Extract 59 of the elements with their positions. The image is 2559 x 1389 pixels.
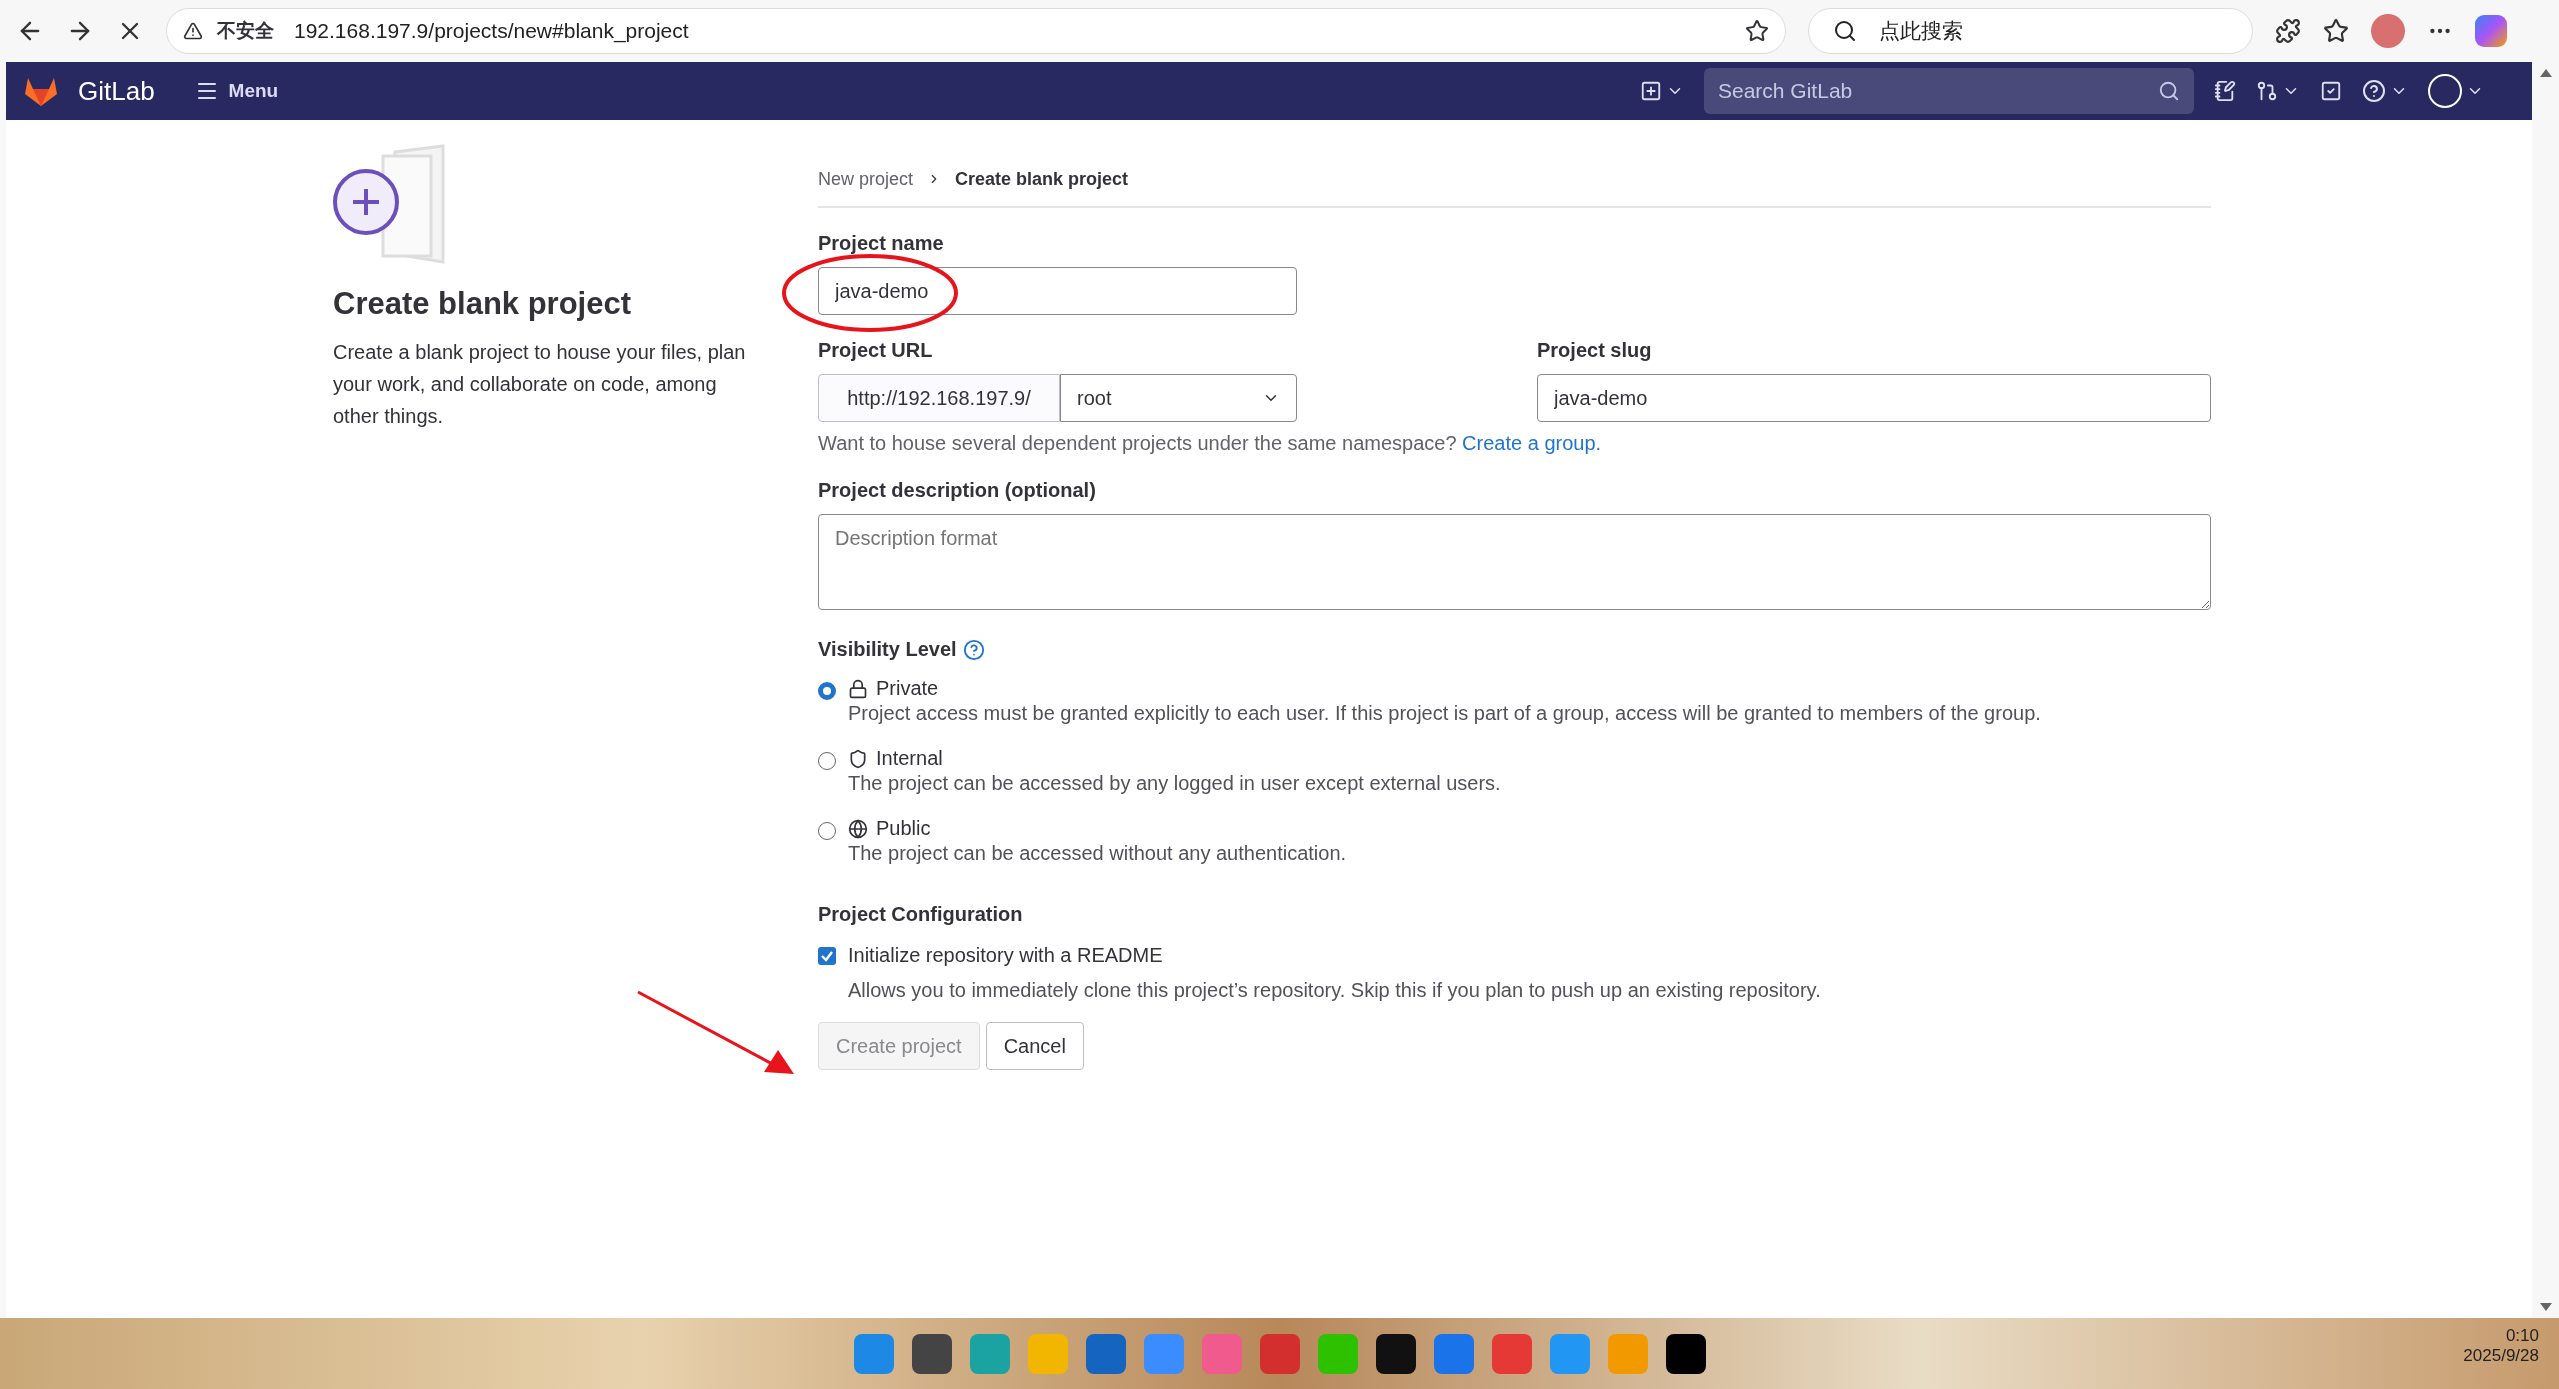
search-field[interactable]: Search GitLab (1704, 68, 2194, 114)
app-icon[interactable] (1375, 1333, 1416, 1374)
menu-button[interactable]: Menu (188, 78, 285, 104)
field-label: Project URL (818, 339, 934, 362)
search-icon (2158, 80, 2180, 102)
url-prefix: http://192.168.197.9/ (818, 374, 1060, 422)
page-title: Create blank project (333, 286, 633, 322)
note-icon[interactable] (2214, 80, 2236, 102)
page-description: Create a blank project to house your files, plan your work, and collaborate on code, among other things. (333, 340, 747, 429)
option-description: The project can be accessed by any logged in user except external users. (848, 772, 1501, 795)
breadcrumb-link[interactable]: Create blank project (955, 168, 1129, 190)
shield-icon (848, 748, 868, 769)
field-label: Project slug (1537, 339, 1653, 362)
radio-button[interactable] (818, 822, 836, 840)
checkbox-label: Initialize repository with a README (848, 944, 1163, 967)
description-field[interactable]: Description format (818, 514, 2211, 610)
globe-icon (848, 818, 868, 839)
option-description: The project can be accessed without any authentication. (848, 842, 1347, 865)
option-label: Internal (876, 747, 943, 770)
breadcrumb-link[interactable]: New project (818, 168, 914, 190)
clock-date[interactable]: 2025/9/28 (2463, 1346, 2539, 1366)
lock-icon (848, 678, 868, 699)
radio-button[interactable] (818, 682, 836, 700)
brand-name[interactable]: GitLab (78, 75, 155, 107)
group-hint: Want to house several dependent projects under the same namespace? Create a group. (818, 432, 1603, 455)
avatar[interactable] (2371, 14, 2405, 48)
option-label: Private (876, 677, 939, 700)
warning-icon (183, 21, 203, 41)
app-icon[interactable] (1665, 1333, 1706, 1374)
app-logo[interactable] (2475, 15, 2507, 47)
star-icon[interactable] (2323, 18, 2349, 44)
search-placeholder: 点此搜索 (1879, 18, 1963, 44)
scroll-up-icon[interactable] (2538, 68, 2553, 78)
url-text: 192.168.197.9/projects/new#blank_project (294, 19, 690, 43)
field-label: Project description (optional) (818, 479, 1097, 502)
field-label: Project name (818, 232, 945, 255)
option-label: Public (876, 817, 931, 840)
puzzle-icon[interactable] (2275, 18, 2301, 44)
star-icon[interactable] (1745, 19, 1769, 43)
help-icon[interactable] (962, 638, 985, 661)
cancel-button[interactable]: Cancel (985, 1022, 1084, 1070)
section-label: Project Configuration (818, 903, 1024, 926)
address-bar[interactable]: 不安全 192.168.197.9/projects/new#blank_project (166, 8, 1786, 54)
checkbox[interactable] (818, 946, 836, 965)
create-group-link[interactable]: Create a group. (1462, 432, 1602, 454)
todo-icon[interactable] (2320, 80, 2342, 102)
namespace-select[interactable]: root (1060, 374, 1297, 422)
app-icon[interactable] (911, 1333, 952, 1374)
scroll-down-icon[interactable] (2538, 1302, 2553, 1312)
project-name-field[interactable]: java-demo (818, 267, 1297, 315)
project-slug-field[interactable]: java-demo (1537, 374, 2211, 422)
security-label: 不安全 (217, 19, 274, 43)
option-description: Project access must be granted explicitly to each user. If this project is part of a group, access will be granted to members of the group. (848, 702, 2041, 725)
search-icon (1833, 19, 1857, 43)
browser-search-field[interactable]: 点此搜索 (1808, 8, 2253, 54)
radio-button[interactable] (818, 752, 836, 770)
help-text: Allows you to immediately clone this project’s repository. Skip this if you plan to push up an existing repository. (848, 979, 1822, 1002)
field-label: Visibility Level (818, 638, 957, 661)
clock-time[interactable]: 0:10 (2505, 1326, 2539, 1346)
